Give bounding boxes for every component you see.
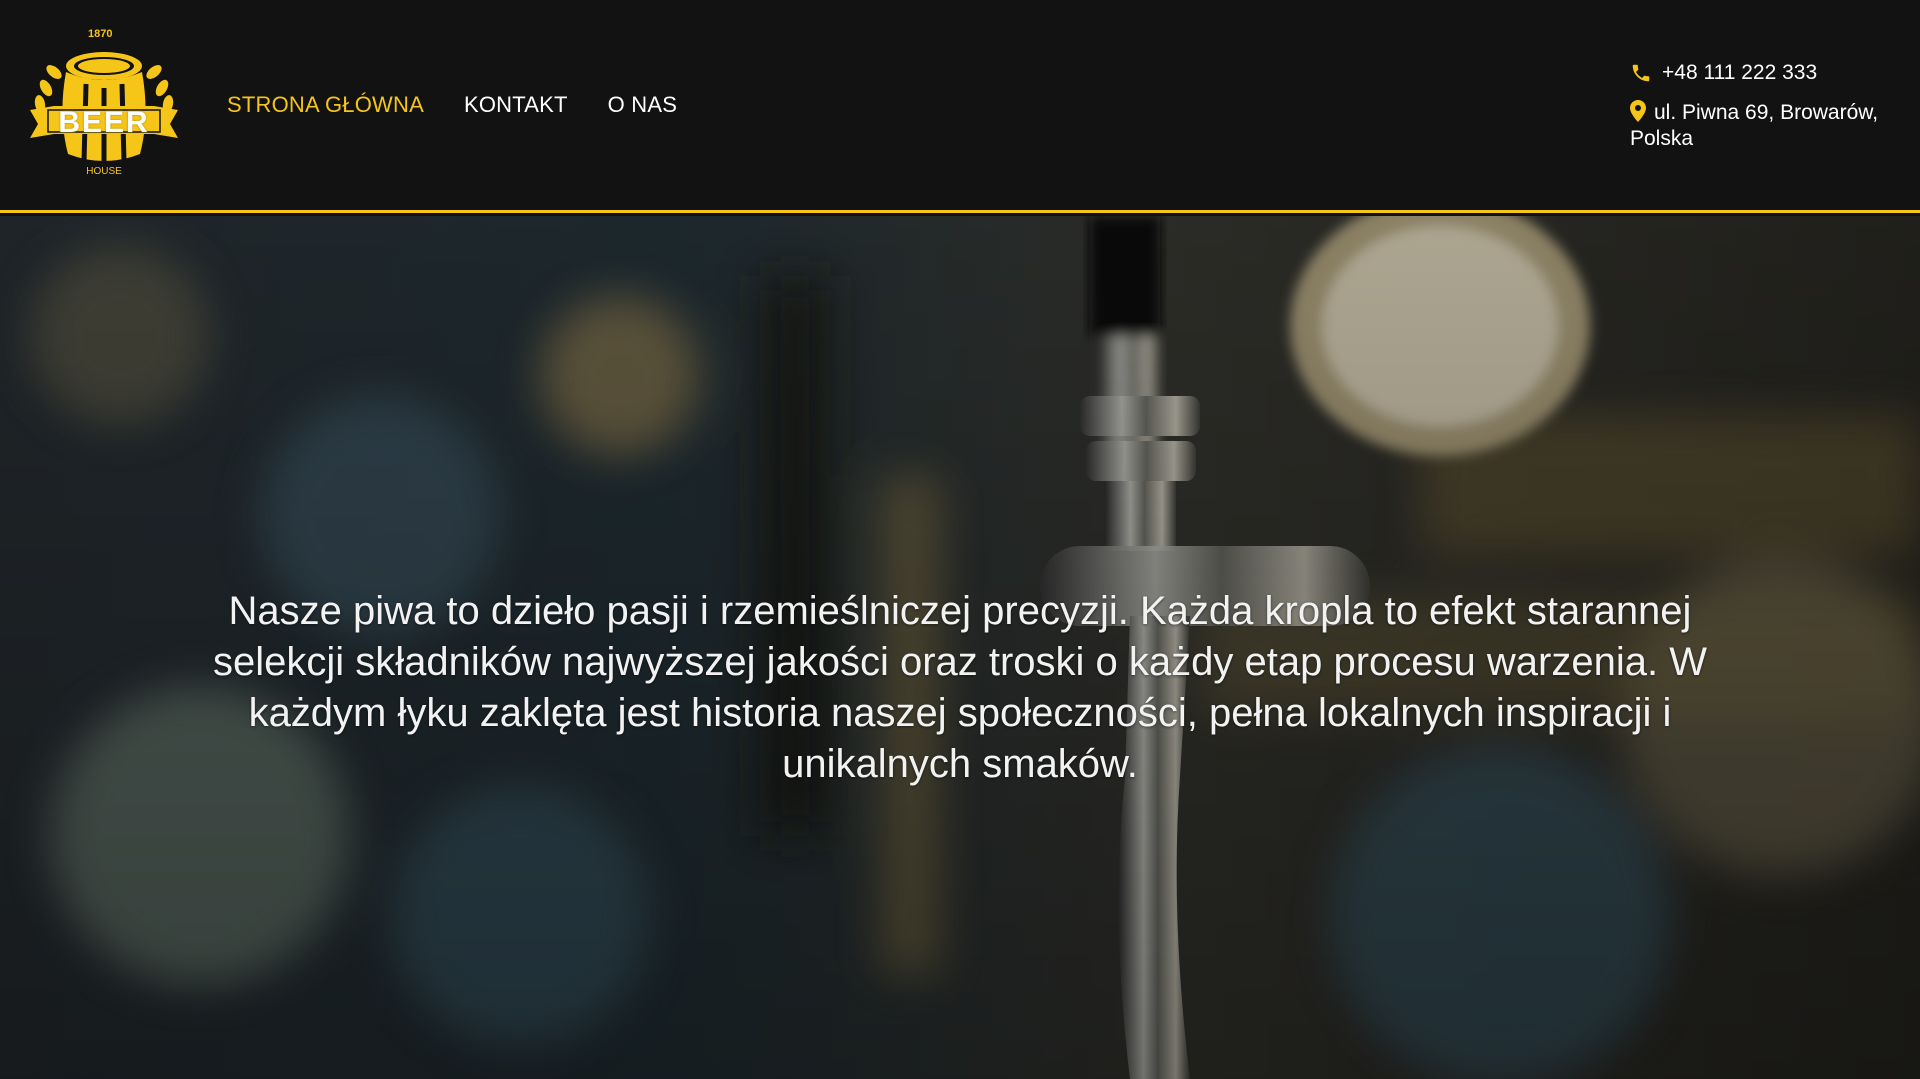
phone-icon xyxy=(1632,64,1650,82)
site-header: 1870 BEER HOUSE STRONA GŁÓWNA KONTAKT O … xyxy=(0,0,1920,213)
phone-row[interactable]: +48 111 222 333 xyxy=(1630,60,1900,86)
logo[interactable]: 1870 BEER HOUSE xyxy=(24,26,184,182)
main-nav: STRONA GŁÓWNA KONTAKT O NAS xyxy=(227,92,677,118)
nav-item-contact[interactable]: KONTAKT xyxy=(464,92,568,118)
phone-number: +48 111 222 333 xyxy=(1662,61,1818,84)
nav-item-home[interactable]: STRONA GŁÓWNA xyxy=(227,92,424,118)
beer-house-logo-icon xyxy=(30,52,178,166)
logo-sub: HOUSE xyxy=(86,166,122,177)
address-text: ul. Piwna 69, Browarów, Polska xyxy=(1630,101,1879,150)
logo-year: 1870 xyxy=(88,28,113,40)
logo-name: BEER xyxy=(58,106,150,139)
map-pin-icon xyxy=(1630,100,1646,122)
hero-section: Nasze piwa to dzieło pasji i rzemieślnic… xyxy=(0,216,1920,1079)
nav-item-about[interactable]: O NAS xyxy=(608,92,677,118)
address-row[interactable]: ul. Piwna 69, Browarów, Polska xyxy=(1630,98,1900,152)
contact-info: +48 111 222 333 ul. Piwna 69, Browarów, … xyxy=(1630,60,1900,152)
hero-description: Nasze piwa to dzieło pasji i rzemieślnic… xyxy=(213,589,1707,786)
